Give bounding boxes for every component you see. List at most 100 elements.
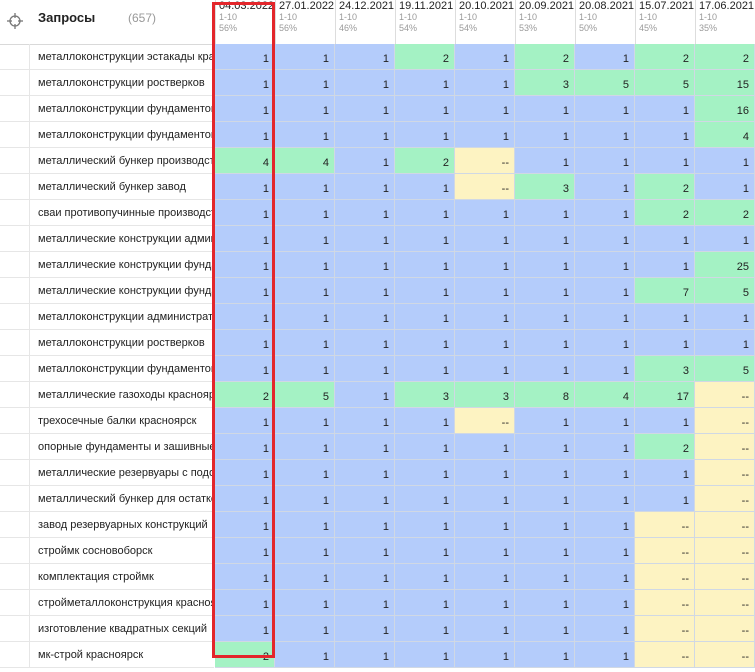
query-text[interactable]: комплектация строймк [30,564,214,590]
column-header-27.01.2022[interactable]: 27.01.2022 1-10 56% [275,0,335,44]
column-header-15.07.2021[interactable]: 15.07.2021 1-10 45% [635,0,695,44]
table-row: комплектация строймк 1 1 1 1 1 1 1 -- -- [0,564,755,590]
position-cell: 1 [275,200,335,226]
position-cell: 1 [575,408,635,434]
position-cell: 1 [635,226,695,252]
position-cell: 1 [335,590,395,616]
position-cell: 1 [215,460,275,486]
position-cell: -- [455,408,515,434]
query-text[interactable]: трехосечные балки красноярск [30,408,214,434]
target-icon[interactable] [7,13,23,29]
query-text[interactable]: мк-строй красноярск [30,642,214,668]
position-cell: 1 [515,278,575,304]
position-cell: 1 [455,460,515,486]
queries-column-title[interactable]: Запросы [38,10,95,25]
position-cell: 1 [395,226,455,252]
position-cell: 1 [275,434,335,460]
position-cell: 1 [575,148,635,174]
position-cell: 1 [275,408,335,434]
query-text[interactable]: металлические газоходы красноярск [30,382,214,408]
query-text[interactable]: металлические резервуары с подогревом [30,460,214,486]
position-cell: 15 [695,70,755,96]
position-cell: 1 [275,174,335,200]
column-percent: 56% [219,23,238,33]
query-text[interactable]: опорные фундаменты и зашивные [30,434,214,460]
query-text[interactable]: металлические конструкции административн… [30,226,214,252]
row-gutter [0,590,30,616]
table-row: металлические газоходы красноярск 2 5 1 3 3 8 4… [0,382,755,408]
position-cell: -- [695,486,755,512]
position-cell: 1 [275,642,335,668]
position-cell: 1 [215,122,275,148]
position-cell: 1 [575,356,635,382]
position-cell: 1 [215,486,275,512]
position-cell: 1 [635,96,695,122]
query-text[interactable]: металлоконструкции фундаментов [30,96,214,122]
table-row: металлические конструкции фундаментов111… [0,278,755,304]
position-cell: 1 [635,304,695,330]
query-text[interactable]: строймк сосновоборск [30,538,214,564]
position-cell: 1 [515,304,575,330]
column-header-17.06.2021[interactable]: 17.06.2021 1-10 35% [695,0,755,44]
query-text[interactable]: металлоконструкции административных [30,304,214,330]
column-header-20.10.2021[interactable]: 20.10.2021 1-10 54% [455,0,515,44]
position-cell: 4 [575,382,635,408]
position-cell: 1 [515,200,575,226]
position-cell: 1 [395,512,455,538]
position-cell: 2 [215,382,275,408]
position-cell: -- [695,564,755,590]
position-cell: 1 [395,642,455,668]
row-gutter [0,356,30,382]
position-cell: 1 [395,538,455,564]
position-cell: 1 [515,252,575,278]
position-cell: 1 [455,538,515,564]
position-cell: 3 [635,356,695,382]
row-gutter [0,252,30,278]
query-text[interactable]: металлические конструкции фундаментов [30,252,214,278]
query-text[interactable]: металлоконструкции ростверков [30,330,214,356]
row-gutter [0,96,30,122]
column-header-19.11.2021[interactable]: 19.11.2021 1-10 54% [395,0,455,44]
query-text[interactable]: металлоконструкции ростверков [30,70,214,96]
query-text[interactable]: металлические конструкции фундаментов [30,278,214,304]
query-text[interactable]: сваи противопучинные производство [30,200,214,226]
row-gutter [0,434,30,460]
table-row: мк-строй красноярск 2 1 1 1 1 1 1 -- -- [0,642,755,668]
query-text[interactable]: металлоконструкции эстакады красноярск [30,44,214,70]
position-cell: 2 [635,200,695,226]
position-cell: 1 [395,330,455,356]
table-row: металлоконструкции административных11111… [0,304,755,330]
query-text[interactable]: металлический бункер производство [30,148,214,174]
column-header-20.08.2021[interactable]: 20.08.2021 1-10 50% [575,0,635,44]
column-date: 17.06.2021 [699,0,755,12]
column-header-24.12.2021[interactable]: 24.12.2021 1-10 46% [335,0,395,44]
position-cell: 1 [215,96,275,122]
position-cell: -- [695,460,755,486]
position-cell: 1 [215,512,275,538]
position-cell: 2 [515,44,575,70]
position-cell: -- [635,616,695,642]
query-text[interactable]: металлоконструкции фундаментов [30,356,214,382]
position-cell: 1 [335,408,395,434]
position-cell: 1 [275,304,335,330]
position-cell: 1 [635,148,695,174]
column-percent: 46% [339,23,358,33]
position-cell: -- [695,382,755,408]
position-cell: 1 [215,304,275,330]
column-range: 1-10 [639,12,658,22]
query-text[interactable]: завод резервуарных конструкций [30,512,214,538]
table-row: металлоконструкции ростверков 1 1 1 1 1 1 1 1 1 [0,330,755,356]
query-text[interactable]: металлический бункер завод [30,174,214,200]
position-cell: 1 [575,434,635,460]
position-cell: 1 [395,356,455,382]
query-text[interactable]: изготовление квадратных секций [30,616,214,642]
query-text[interactable]: стройметаллоконструкция красноярск [30,590,214,616]
row-gutter [0,512,30,538]
position-cell: 1 [275,330,335,356]
position-cell: 1 [275,44,335,70]
query-text[interactable]: металлоконструкции фундаментов [30,122,214,148]
query-text[interactable]: металлический бункер для остатков [30,486,214,512]
position-cell: 1 [215,538,275,564]
column-header-20.09.2021[interactable]: 20.09.2021 1-10 53% [515,0,575,44]
column-header-04.03.2022[interactable]: 04.03.2022 1-10 56% [215,0,275,44]
